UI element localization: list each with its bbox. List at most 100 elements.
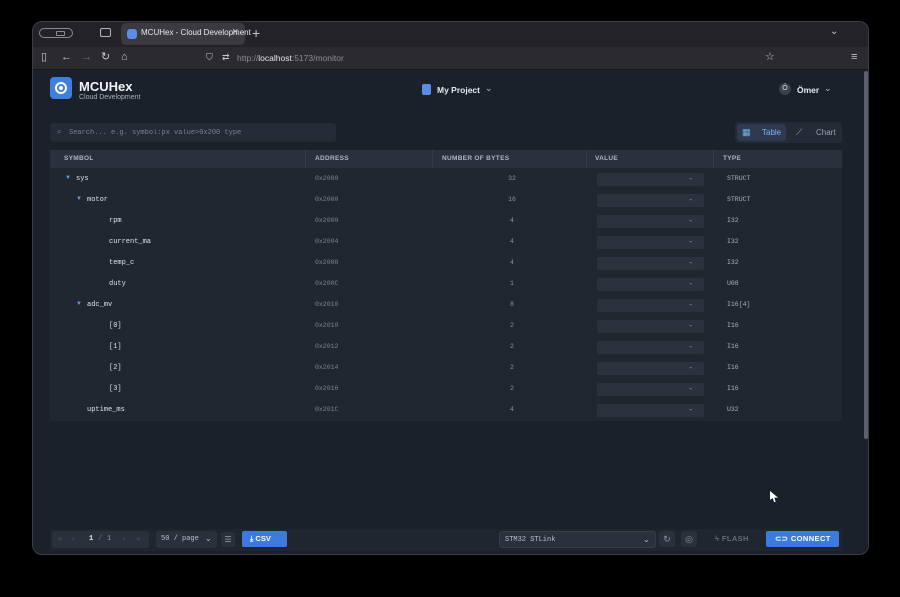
table-row[interactable]: temp_c 0x2008 4 - I32 [50,253,842,274]
symbol-name: rpm [109,217,122,225]
search-icon: ⌕ [57,127,62,136]
table-row[interactable]: [1] 0x2012 2 - I16 [50,337,842,358]
table-row[interactable]: duty 0x200C 1 - U08 [50,274,842,295]
table-row[interactable]: ▼ adc_mv 0x2010 8 - I16[4] [50,295,842,316]
symbol-table: SYMBOL ADDRESS NUMBER OF BYTES VALUE TYP… [50,150,842,421]
value-field[interactable]: - [597,341,704,354]
table-row[interactable]: current_ma 0x2004 4 - I32 [50,232,842,253]
search-input[interactable] [69,126,329,139]
expand-caret-icon[interactable]: ▼ [65,175,71,181]
user-menu[interactable]: Ömer [797,85,819,95]
value-text: - [689,321,692,330]
col-value[interactable]: VALUE [595,155,618,162]
table-row[interactable]: ▼ sys 0x2000 32 - STRUCT [50,169,842,190]
url-bar[interactable]: http://localhost:5173/monitor [237,53,344,63]
user-chevron-down-icon[interactable]: ⌄ [824,83,832,94]
refresh-icon[interactable]: ↻ [659,531,675,547]
value-field[interactable]: - [597,257,704,270]
col-type[interactable]: TYPE [723,155,741,162]
value-field[interactable]: - [597,320,704,333]
value-field[interactable]: - [597,383,704,396]
forward-icon[interactable]: → [81,51,92,64]
sidebar-toggle-icon[interactable] [39,28,73,38]
column-divider[interactable] [586,150,587,168]
connect-button[interactable]: ⊂⊃ CONNECT [766,531,839,547]
csv-export-button[interactable]: ⤓ CSV [242,531,287,547]
next-page-icon[interactable]: › [123,534,126,543]
avatar[interactable]: Ö [779,83,791,95]
prev-page-icon[interactable]: ‹ [72,534,75,543]
symbol-bytes: 2 [510,364,514,371]
value-field[interactable]: - [597,215,704,228]
value-text: - [689,405,692,414]
probe-select[interactable]: STM32 STLink ⌄ [499,531,656,548]
search-box[interactable]: ⌕ [50,123,336,142]
page-total: 1 [107,535,112,543]
column-divider[interactable] [305,150,306,168]
symbol-name: [0] [109,322,122,330]
col-bytes[interactable]: NUMBER OF BYTES [442,155,509,162]
tab-overview-icon[interactable] [100,28,111,37]
project-selector[interactable]: My Project [437,85,480,95]
expand-caret-icon[interactable]: ▼ [76,301,82,307]
tab-list-chevron-icon[interactable]: ⌄ [830,26,838,37]
value-field[interactable]: - [597,362,704,375]
page-size-select[interactable]: 50 / page ⌄ [156,531,217,548]
last-page-icon[interactable]: » [136,534,140,543]
settings-icon[interactable]: ◎ [681,531,697,547]
value-field[interactable]: - [597,173,704,186]
back-icon[interactable]: ← [61,51,72,64]
table-row[interactable]: [0] 0x2010 2 - I16 [50,316,842,337]
symbol-bytes: 4 [510,217,514,224]
view-toggle: ▦ Table ⟋ Chart [735,122,842,143]
expand-caret-icon[interactable]: ▼ [76,196,82,202]
symbol-name: temp_c [109,259,135,267]
table-row[interactable]: [3] 0x2016 2 - I16 [50,379,842,400]
new-tab-icon[interactable]: + [252,25,260,41]
menu-icon[interactable]: ≡ [851,51,857,64]
symbol-address: 0x2014 [315,364,339,371]
symbol-type: I32 [727,259,739,266]
bookmark-star-icon[interactable]: ☆ [765,51,775,64]
chart-view-button[interactable]: ⟋ Chart [791,124,840,141]
first-page-icon[interactable]: « [58,534,62,543]
value-field[interactable]: - [597,404,704,417]
value-text: - [689,216,692,225]
value-field[interactable]: - [597,236,704,249]
symbol-bytes: 2 [510,322,514,329]
shield-icon[interactable]: ⛉ [206,51,213,64]
table-view-button[interactable]: ▦ Table [737,124,786,141]
col-symbol[interactable]: SYMBOL [64,155,94,162]
columns-toggle-icon[interactable]: ☰ [221,532,235,547]
column-divider[interactable] [432,150,433,168]
project-icon[interactable] [422,84,431,95]
scrollbar-thumb[interactable] [864,71,868,439]
table-row[interactable]: [2] 0x2014 2 - I16 [50,358,842,379]
scrollbar[interactable] [862,70,868,554]
symbol-type: STRUCT [727,175,751,182]
value-field[interactable]: - [597,299,704,312]
page-separator: / [98,535,103,543]
table-row[interactable]: ▼ motor 0x2000 16 - STRUCT [50,190,842,211]
col-address[interactable]: ADDRESS [315,155,349,162]
sidebar-icon[interactable]: ▯ [41,51,47,64]
table-view-label: Table [762,128,782,137]
symbol-type: I16 [727,343,739,350]
column-divider[interactable] [713,150,714,168]
lock-icon[interactable]: ⇄ [222,51,230,64]
probe-value: STM32 STLink [505,536,556,544]
value-field[interactable]: - [597,278,704,291]
close-tab-icon[interactable]: × [232,26,238,38]
symbol-bytes: 2 [510,385,514,392]
flash-button[interactable]: ϟ FLASH [709,531,760,547]
table-row[interactable]: uptime_ms 0x201C 4 - U32 [50,400,842,421]
value-field[interactable]: - [597,194,704,207]
home-icon[interactable]: ⌂ [121,51,128,64]
table-row[interactable]: rpm 0x2000 4 - I32 [50,211,842,232]
connect-label: CONNECT [790,534,831,543]
project-chevron-down-icon[interactable]: ⌄ [485,83,493,94]
symbol-name: current_ma [109,238,152,246]
table-icon: ▦ [742,127,751,137]
browser-tab[interactable]: MCUHex - Cloud Development × [121,23,251,45]
reload-icon[interactable]: ↻ [101,51,110,64]
